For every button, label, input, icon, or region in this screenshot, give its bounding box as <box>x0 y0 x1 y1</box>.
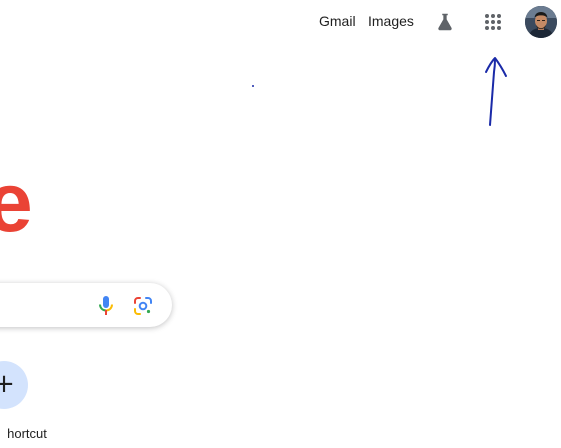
voice-search-button[interactable] <box>96 295 116 317</box>
hand-drawn-arrow-annotation <box>485 57 507 126</box>
gmail-link[interactable]: Gmail <box>319 13 356 30</box>
google-lens-button[interactable] <box>132 295 154 317</box>
voice-search-mic-icon <box>99 296 113 315</box>
shortcut-label-text: hortcut <box>7 426 47 441</box>
search-labs-button[interactable] <box>430 7 460 37</box>
google-new-tab-page: Gmail Images e + hortcut <box>0 0 561 448</box>
google-logo-fragment: e <box>0 155 33 249</box>
plus-icon: + <box>0 369 15 399</box>
add-shortcut-button[interactable]: + <box>0 361 28 409</box>
google-apps-button[interactable] <box>478 7 508 37</box>
labs-flask-icon <box>438 13 452 31</box>
add-shortcut-label: hortcut <box>0 426 56 441</box>
google-apps-grid-icon <box>485 14 501 30</box>
account-avatar[interactable] <box>525 6 557 38</box>
avatar-photo-icon <box>525 6 557 38</box>
top-bar: Gmail Images <box>0 0 561 44</box>
annotation-dot <box>252 85 254 87</box>
images-link[interactable]: Images <box>368 13 414 30</box>
google-lens-camera-icon <box>134 297 152 315</box>
